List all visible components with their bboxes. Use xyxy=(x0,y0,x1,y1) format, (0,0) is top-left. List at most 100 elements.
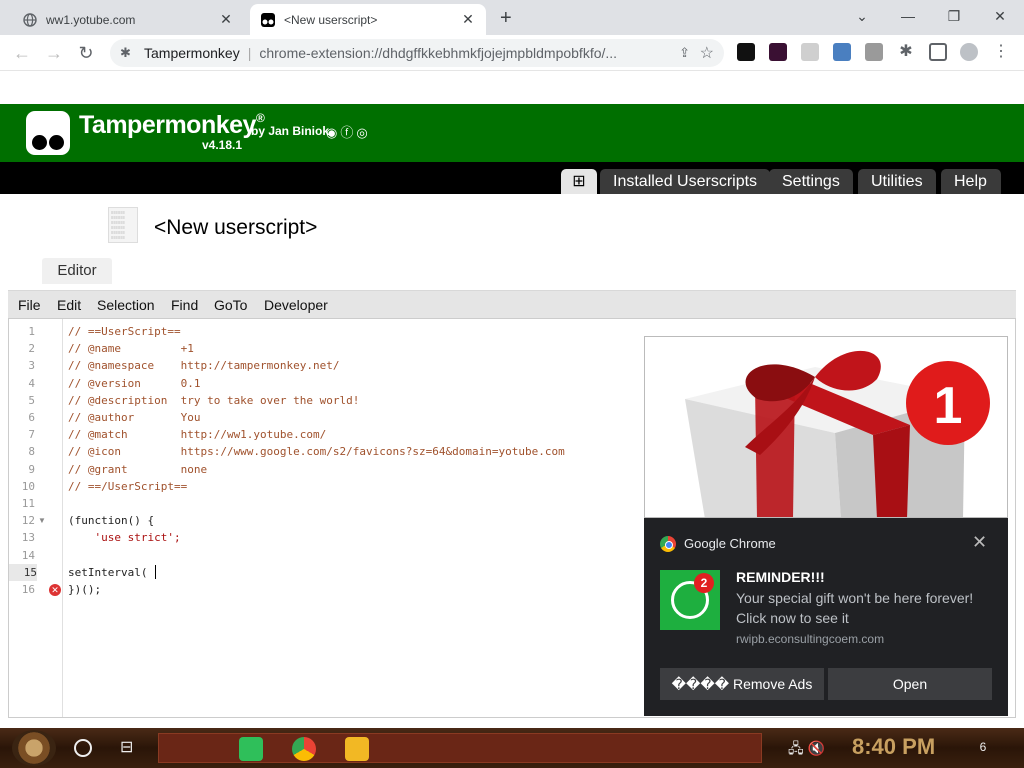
restore-button[interactable]: ❐ xyxy=(944,6,964,26)
close-tab-icon[interactable]: ✕ xyxy=(218,11,234,27)
code-line: })(); xyxy=(68,583,102,596)
action-center-icon[interactable]: 6 xyxy=(972,736,994,758)
gift-popup-image[interactable]: 1 xyxy=(644,336,1008,518)
profile-avatar-icon[interactable] xyxy=(960,43,978,61)
editor-menubar: File Edit Selection Find GoTo Developer xyxy=(8,290,1016,318)
notification-body: Your special gift won't be here forever!… xyxy=(736,590,974,626)
line-gutter: 1 2 3 4 5 6 7 8 9 10 11 12 ▼ 13 14 15 16 xyxy=(9,319,63,717)
notes-app-icon[interactable] xyxy=(239,737,263,761)
tampermonkey-favicon-icon xyxy=(260,12,276,28)
whatsapp-badge: 2 xyxy=(694,573,714,593)
menu-find[interactable]: Find xyxy=(171,297,198,313)
code-line: // ==/UserScript== xyxy=(68,479,188,493)
notification-app-name: Google Chrome xyxy=(684,536,776,551)
system-tray[interactable]: 🖧 🔇 xyxy=(788,738,825,762)
line-number: 13 xyxy=(21,531,35,545)
browser-tab-yotube[interactable]: ww1.yotube.com ✕ xyxy=(12,4,244,35)
site-chip: Tampermonkey xyxy=(144,45,240,61)
close-tab-icon[interactable]: ✕ xyxy=(460,11,476,27)
reload-icon[interactable]: ↻ xyxy=(74,41,98,65)
extensions-puzzle-icon[interactable]: ✱ xyxy=(897,43,915,61)
fold-arrow-icon[interactable]: ▼ xyxy=(38,516,46,525)
notification-title: REMINDER!!! xyxy=(736,569,825,585)
menu-edit[interactable]: Edit xyxy=(57,297,81,313)
code-line: // @author You xyxy=(68,411,201,424)
line-number: 8 xyxy=(28,445,35,459)
address-bar[interactable]: ✱ Tampermonkey | chrome-extension://dhdg… xyxy=(110,39,724,67)
editor-tab[interactable]: Editor xyxy=(42,258,112,284)
extension-icon[interactable] xyxy=(833,43,851,61)
code-line: // @match http://ww1.yotube.com/ xyxy=(68,428,327,442)
tab-title: <New userscript> xyxy=(284,12,378,27)
line-number: 2 xyxy=(28,342,35,356)
extension-icon[interactable] xyxy=(769,43,787,61)
code-line: setInterval( xyxy=(68,565,148,579)
kebab-menu-icon[interactable]: ⋮ xyxy=(992,43,1010,61)
notification-count: 6 xyxy=(979,740,987,754)
browser-tab-new-userscript[interactable]: <New userscript> ✕ xyxy=(250,4,486,35)
new-script-tab[interactable]: ⊞ xyxy=(561,169,597,194)
close-icon[interactable]: ✕ xyxy=(972,532,987,553)
tampermonkey-extension-icon[interactable] xyxy=(865,43,883,61)
taskbar-apps xyxy=(158,733,762,763)
start-button[interactable] xyxy=(12,730,56,766)
social-links: ◉ⓕ◎ xyxy=(326,122,371,141)
back-icon[interactable]: ← xyxy=(10,41,34,65)
tab-settings[interactable]: Settings xyxy=(769,169,853,194)
facebook-icon[interactable]: ⓕ xyxy=(340,125,356,140)
code-line: // @grant none xyxy=(68,462,208,476)
instagram-icon[interactable]: ◎ xyxy=(356,125,370,140)
line-number: 3 xyxy=(28,359,35,373)
tab-utilities[interactable]: Utilities xyxy=(858,169,936,194)
code-line: // @description try to take over the wor… xyxy=(68,393,360,407)
github-icon[interactable]: ◉ xyxy=(326,125,340,140)
chrome-taskbar-icon[interactable] xyxy=(292,737,316,761)
volume-muted-icon[interactable]: 🔇 xyxy=(808,740,825,756)
chrome-notification[interactable]: Google Chrome ✕ 2 REMINDER!!! Your speci… xyxy=(644,518,1008,716)
code-line: // @name +1 xyxy=(68,342,194,356)
tampermonkey-logo xyxy=(26,111,70,155)
file-explorer-icon[interactable] xyxy=(345,737,369,761)
share-icon[interactable]: ⇪ xyxy=(679,45,690,61)
code-line: // @version 0.1 xyxy=(68,376,201,390)
forward-icon[interactable]: → xyxy=(42,41,66,65)
tampermonkey-header: Tampermonkey® by Jan Biniok v4.18.1 ◉ⓕ◎ xyxy=(0,104,1024,162)
gift-badge-number: 1 xyxy=(934,377,963,435)
new-tab-button[interactable]: + xyxy=(500,8,512,28)
tab-search-icon[interactable]: ⌄ xyxy=(852,6,872,26)
line-number: 14 xyxy=(21,548,35,562)
code-line: 'use strict'; xyxy=(68,531,181,545)
code-line: // @icon https://www.google.com/s2/favic… xyxy=(68,445,565,459)
close-window-button[interactable]: ✕ xyxy=(990,6,1010,26)
extension-icon[interactable] xyxy=(737,43,755,61)
menu-goto[interactable]: GoTo xyxy=(214,297,247,313)
menu-selection[interactable]: Selection xyxy=(97,297,155,313)
text-cursor xyxy=(155,565,156,579)
line-number: 4 xyxy=(28,376,35,390)
chrome-icon xyxy=(660,536,676,552)
open-button[interactable]: Open xyxy=(828,668,992,700)
minimize-button[interactable]: — xyxy=(898,6,918,26)
line-number: 12 xyxy=(21,514,35,528)
script-title: <New userscript> xyxy=(154,216,318,239)
line-number: 5 xyxy=(28,393,35,407)
tab-installed-userscripts[interactable]: Installed Userscripts xyxy=(600,169,771,194)
extension-icon[interactable] xyxy=(801,43,819,61)
tab-help[interactable]: Help xyxy=(941,169,1001,194)
task-view-icon[interactable]: ⊟ xyxy=(120,737,133,757)
browser-tab-strip: ww1.yotube.com ✕ <New userscript> ✕ + ⌄ … xyxy=(0,0,1024,35)
bookmark-star-icon[interactable]: ☆ xyxy=(700,43,714,63)
clock[interactable]: 8:40 PM xyxy=(852,734,935,760)
tampermonkey-title: Tampermonkey® xyxy=(79,111,265,140)
search-icon[interactable] xyxy=(74,739,92,757)
line-number: 7 xyxy=(28,428,35,442)
version-label: v4.18.1 xyxy=(202,138,243,152)
line-number: 9 xyxy=(28,462,35,476)
error-marker-icon[interactable]: ✕ xyxy=(49,584,61,596)
menu-developer[interactable]: Developer xyxy=(264,297,328,313)
side-panel-icon[interactable] xyxy=(929,43,947,61)
menu-file[interactable]: File xyxy=(18,297,41,313)
author-credit: by Jan Biniok xyxy=(251,124,330,138)
remove-ads-button[interactable]: ���� Remove Ads xyxy=(660,668,824,700)
network-icon[interactable]: 🖧 xyxy=(788,740,804,756)
